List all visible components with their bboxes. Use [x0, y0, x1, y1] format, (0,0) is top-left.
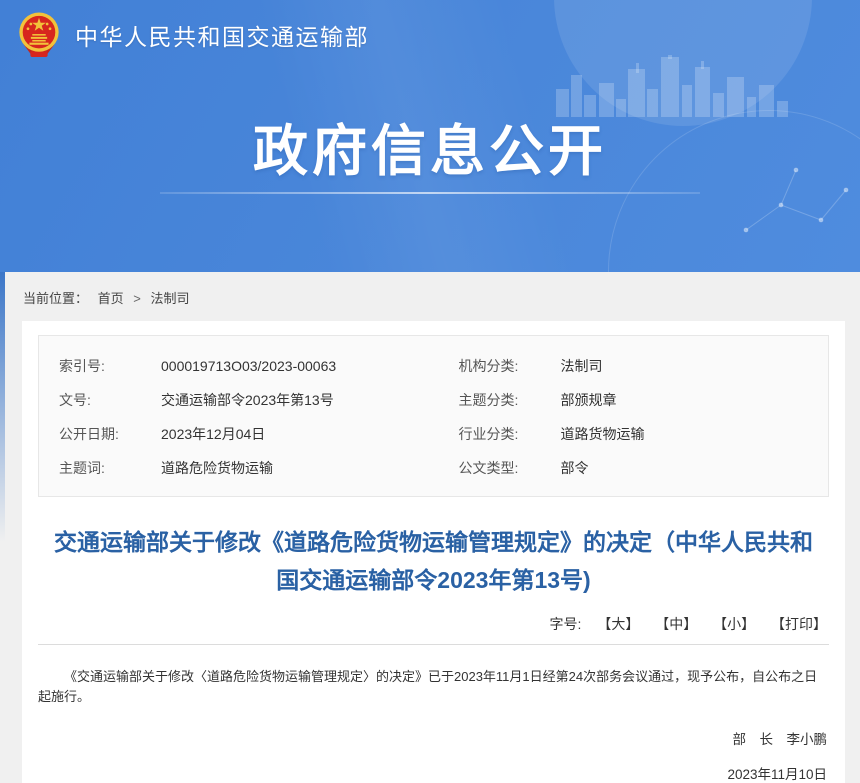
font-size-label: 字号:	[550, 616, 582, 632]
breadcrumb: 当前位置： 首页 > 法制司	[0, 272, 860, 321]
meta-field-publish-date: 公开日期: 2023年12月04日	[39, 417, 434, 451]
meta-field-doc-no: 文号: 交通运输部令2023年第13号	[39, 383, 434, 417]
meta-label: 文号:	[59, 390, 161, 410]
meta-label: 索引号:	[59, 356, 161, 376]
meta-value: 道路危险货物运输	[161, 458, 273, 478]
meta-label: 公开日期:	[59, 424, 161, 444]
document-title: 交通运输部关于修改《道路危险货物运输管理规定》的决定（中华人民共和国交通运输部令…	[52, 523, 815, 599]
ministry-name: 中华人民共和国交通运输部	[75, 18, 369, 52]
meta-label: 行业分类:	[459, 424, 561, 444]
breadcrumb-section-link[interactable]: 法制司	[151, 291, 190, 306]
meta-field-index-no: 索引号: 000019713O03/2023-00063	[39, 349, 434, 383]
font-size-toolbar: 字号: 【大】 【中】 【小】 【打印】	[38, 614, 829, 634]
meta-value: 部颁规章	[561, 390, 617, 410]
national-emblem-icon	[16, 11, 62, 59]
meta-label: 机构分类:	[459, 356, 561, 376]
article-card: 索引号: 000019713O03/2023-00063 机构分类: 法制司 文…	[22, 321, 845, 783]
meta-value: 道路货物运输	[561, 424, 645, 444]
meta-field-keywords: 主题词: 道路危险货物运输	[39, 451, 434, 485]
meta-label: 主题分类:	[459, 390, 561, 410]
meta-field-doc-type: 公文类型: 部令	[434, 451, 829, 485]
meta-field-industry-category: 行业分类: 道路货物运输	[434, 417, 829, 451]
print-button[interactable]: 【打印】	[771, 616, 827, 632]
font-size-medium-button[interactable]: 【中】	[655, 616, 697, 632]
banner-underline	[160, 192, 700, 194]
meta-field-topic-category: 主题分类: 部颁规章	[434, 383, 829, 417]
page-left-edge-decoration	[0, 272, 5, 542]
meta-value: 部令	[561, 458, 589, 478]
meta-value: 000019713O03/2023-00063	[161, 358, 336, 374]
signature-date: 2023年11月10日	[38, 763, 829, 783]
font-size-large-button[interactable]: 【大】	[597, 616, 639, 632]
meta-label: 主题词:	[59, 458, 161, 478]
meta-field-org-category: 机构分类: 法制司	[434, 349, 829, 383]
site-banner: 中华人民共和国交通运输部 政府信息公开	[0, 0, 860, 272]
banner-title: 政府信息公开	[0, 120, 860, 182]
site-header-brand[interactable]: 中华人民共和国交通运输部	[16, 11, 369, 59]
document-meta-table: 索引号: 000019713O03/2023-00063 机构分类: 法制司 文…	[38, 335, 829, 497]
meta-label: 公文类型:	[459, 458, 561, 478]
city-skyline-icon	[556, 55, 788, 117]
signature-line: 部 长 李小鹏	[38, 728, 829, 748]
meta-value: 交通运输部令2023年第13号	[161, 390, 334, 410]
title-divider	[38, 644, 829, 645]
breadcrumb-separator: >	[133, 291, 141, 306]
breadcrumb-label: 当前位置：	[23, 291, 88, 306]
font-size-small-button[interactable]: 【小】	[713, 616, 755, 632]
meta-value: 法制司	[561, 356, 603, 376]
breadcrumb-home-link[interactable]: 首页	[98, 291, 124, 306]
document-body: 《交通运输部关于修改〈道路危险货物运输管理规定〉的决定》已于2023年11月1日…	[38, 667, 829, 707]
meta-value: 2023年12月04日	[161, 424, 265, 444]
